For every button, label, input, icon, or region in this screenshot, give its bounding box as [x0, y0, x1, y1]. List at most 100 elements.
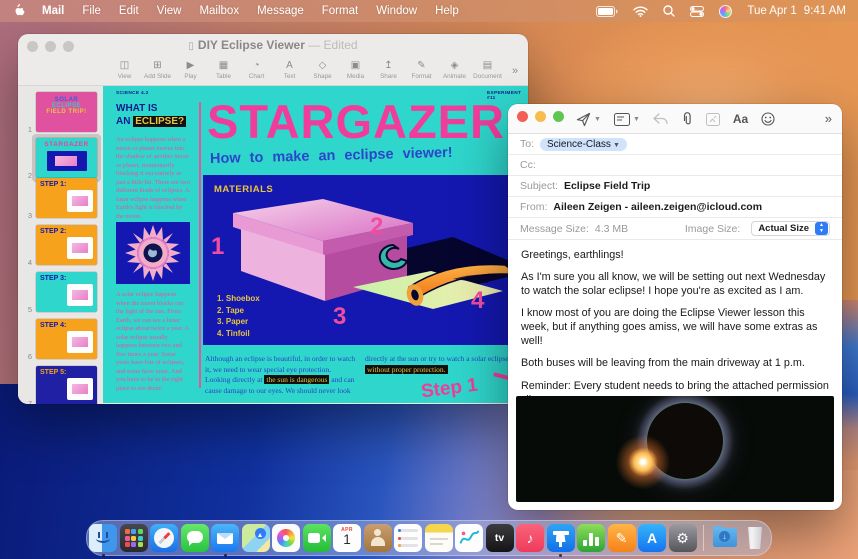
battery-icon[interactable] — [596, 6, 618, 17]
subject-field[interactable]: Subject: Eclipse Field Trip — [508, 176, 842, 197]
eclipse-photo-attachment[interactable] — [516, 396, 834, 502]
slide-number: 7 — [22, 399, 32, 404]
toolbar-share-button[interactable]: ↥Share — [372, 61, 405, 80]
apple-menu-icon[interactable] — [12, 4, 26, 18]
insert-photo-icon[interactable] — [706, 113, 720, 126]
dock-icon-calendar[interactable]: APR1 — [333, 524, 361, 552]
menu-item-window[interactable]: Window — [376, 5, 417, 17]
dock-icon-settings[interactable]: ⚙ — [669, 524, 697, 552]
material-number: 1 — [211, 233, 224, 261]
menu-item-format[interactable]: Format — [322, 5, 358, 17]
menu-item-help[interactable]: Help — [435, 5, 459, 17]
toolbar-table-button[interactable]: ▦Table — [207, 61, 240, 80]
slide-thumbnail-3[interactable]: STEP 1: — [36, 178, 97, 218]
toolbar-play-button[interactable]: ▶Play — [174, 61, 207, 80]
menu-item-message[interactable]: Message — [257, 5, 304, 17]
close-button[interactable] — [517, 111, 528, 122]
toolbar-shape-button[interactable]: ◇Shape — [306, 61, 339, 80]
menu-item-edit[interactable]: Edit — [119, 5, 139, 17]
dock-icon-music[interactable]: ♪ — [516, 524, 544, 552]
document-icon: ▤ — [471, 61, 504, 71]
dock-icon-launchpad[interactable] — [120, 524, 148, 552]
slide-thumbnail-2[interactable]: STARGAZER — [36, 138, 97, 178]
window-controls[interactable] — [517, 111, 564, 122]
solar-eclipse-paragraph: A solar eclipse happens when the moon bl… — [116, 291, 190, 393]
cc-field[interactable]: Cc: — [508, 155, 842, 176]
slide-thumbnail-5[interactable]: STEP 3: — [36, 272, 97, 312]
dock-icon-appstore[interactable]: A — [638, 524, 666, 552]
material-item: 2. Tape — [217, 305, 260, 317]
wifi-icon[interactable] — [633, 6, 648, 17]
toolbar-animate-button[interactable]: ◈Animate — [438, 61, 471, 80]
dock-icon-freeform[interactable] — [455, 524, 483, 552]
slide-navigator[interactable]: 1SOLARECLIPSEFIELD TRIP!2STARGAZER3STEP … — [18, 86, 103, 403]
dock-icon-trash[interactable] — [741, 524, 769, 552]
slide-canvas[interactable]: SCIENCE 4.2 EXPERIMENT #11 WHAT IS AN EC… — [103, 86, 528, 403]
dock-icon-appletv[interactable]: tv — [486, 524, 514, 552]
header-fields-button[interactable]: ▼ — [614, 113, 640, 126]
header-fields-chevron-icon[interactable]: ▼ — [633, 116, 640, 123]
menu-item-file[interactable]: File — [82, 5, 101, 17]
send-chevron-icon[interactable]: ▼ — [594, 116, 601, 123]
running-indicator — [224, 554, 227, 557]
toolbar-format-button[interactable]: ✎Format — [405, 61, 438, 80]
materials-box: MATERIALS 1. Shoebox2. Tape3. Paper4. Ti… — [203, 175, 528, 345]
to-field[interactable]: To: Science-Class▼ — [508, 134, 842, 155]
menu-item-mailbox[interactable]: Mailbox — [199, 5, 239, 17]
toolbar-text-button[interactable]: AText — [273, 61, 306, 80]
material-number: 3 — [333, 303, 346, 331]
dock-icon-safari[interactable] — [150, 524, 178, 552]
dock-icon-downloads[interactable]: ↓ — [711, 524, 739, 552]
zoom-button[interactable] — [63, 41, 74, 52]
edited-label: — Edited — [308, 38, 357, 52]
dock-icon-maps[interactable] — [242, 524, 270, 552]
search-icon[interactable] — [663, 5, 675, 17]
dock-icon-messages[interactable] — [181, 524, 209, 552]
reply-icon[interactable] — [653, 113, 668, 125]
siri-icon[interactable] — [719, 5, 732, 18]
emoji-button[interactable] — [761, 112, 775, 126]
toolbar-media-button[interactable]: ▣Media — [339, 61, 372, 80]
close-button[interactable] — [27, 41, 38, 52]
dock-icon-reminders[interactable] — [394, 524, 422, 552]
recipient-token[interactable]: Science-Class▼ — [540, 138, 627, 151]
dock-icon-contacts[interactable] — [364, 524, 392, 552]
minimize-button[interactable] — [535, 111, 546, 122]
document-proxy-icon[interactable]: ▯ — [188, 41, 194, 52]
toolbar-view-button[interactable]: ◫View — [108, 61, 141, 80]
window-controls[interactable] — [27, 41, 74, 52]
slide-thumbnail-1[interactable]: SOLARECLIPSEFIELD TRIP! — [36, 92, 97, 132]
dock-icon-finder[interactable] — [89, 524, 117, 552]
send-button[interactable]: ▼ — [576, 112, 601, 127]
slide-thumbnail-7[interactable]: STEP 5: — [36, 366, 97, 404]
control-center-icon[interactable] — [690, 6, 704, 17]
toolbar-document-button[interactable]: ▤Document — [471, 61, 504, 80]
menu-item-view[interactable]: View — [157, 5, 182, 17]
toolbar-chart-button[interactable]: ◔Chart — [240, 61, 273, 80]
image-size-select[interactable]: Actual Size▲▼ — [751, 221, 830, 236]
dock-icon-pages[interactable]: ✎ — [608, 524, 636, 552]
slide-thumbnail-6[interactable]: STEP 4: — [36, 319, 97, 359]
toolbar-add-slide-button[interactable]: ⊞Add Slide — [141, 61, 174, 80]
recipient-chevron-icon[interactable]: ▼ — [613, 142, 620, 149]
share-icon: ↥ — [372, 61, 405, 71]
keynote-titlebar[interactable]: ▯DIY Eclipse Viewer — Edited — [18, 34, 528, 56]
dock-icon-facetime[interactable] — [303, 524, 331, 552]
minimize-button[interactable] — [45, 41, 56, 52]
slide-thumbnail-4[interactable]: STEP 2: — [36, 225, 97, 265]
body-paragraph: Greetings, earthlings! — [521, 249, 829, 263]
dock-icon-photos[interactable] — [272, 524, 300, 552]
toolbar-overflow-icon[interactable]: » — [512, 65, 518, 77]
dock-icon-keynote[interactable] — [547, 524, 575, 552]
dock-icon-notes[interactable] — [425, 524, 453, 552]
slide-number: 1 — [22, 125, 32, 134]
format-button[interactable]: Aa — [733, 112, 748, 126]
active-app-name[interactable]: Mail — [42, 5, 64, 17]
from-field[interactable]: From: Aileen Zeigen - aileen.zeigen@iclo… — [508, 197, 842, 218]
more-toolbar-icon[interactable]: » — [825, 111, 832, 126]
attach-button[interactable] — [681, 112, 693, 127]
zoom-button[interactable] — [553, 111, 564, 122]
dock-icon-mail[interactable] — [211, 524, 239, 552]
dock-icon-numbers[interactable] — [577, 524, 605, 552]
menu-bar-clock[interactable]: Tue Apr 1 9:41 AM — [747, 5, 846, 17]
